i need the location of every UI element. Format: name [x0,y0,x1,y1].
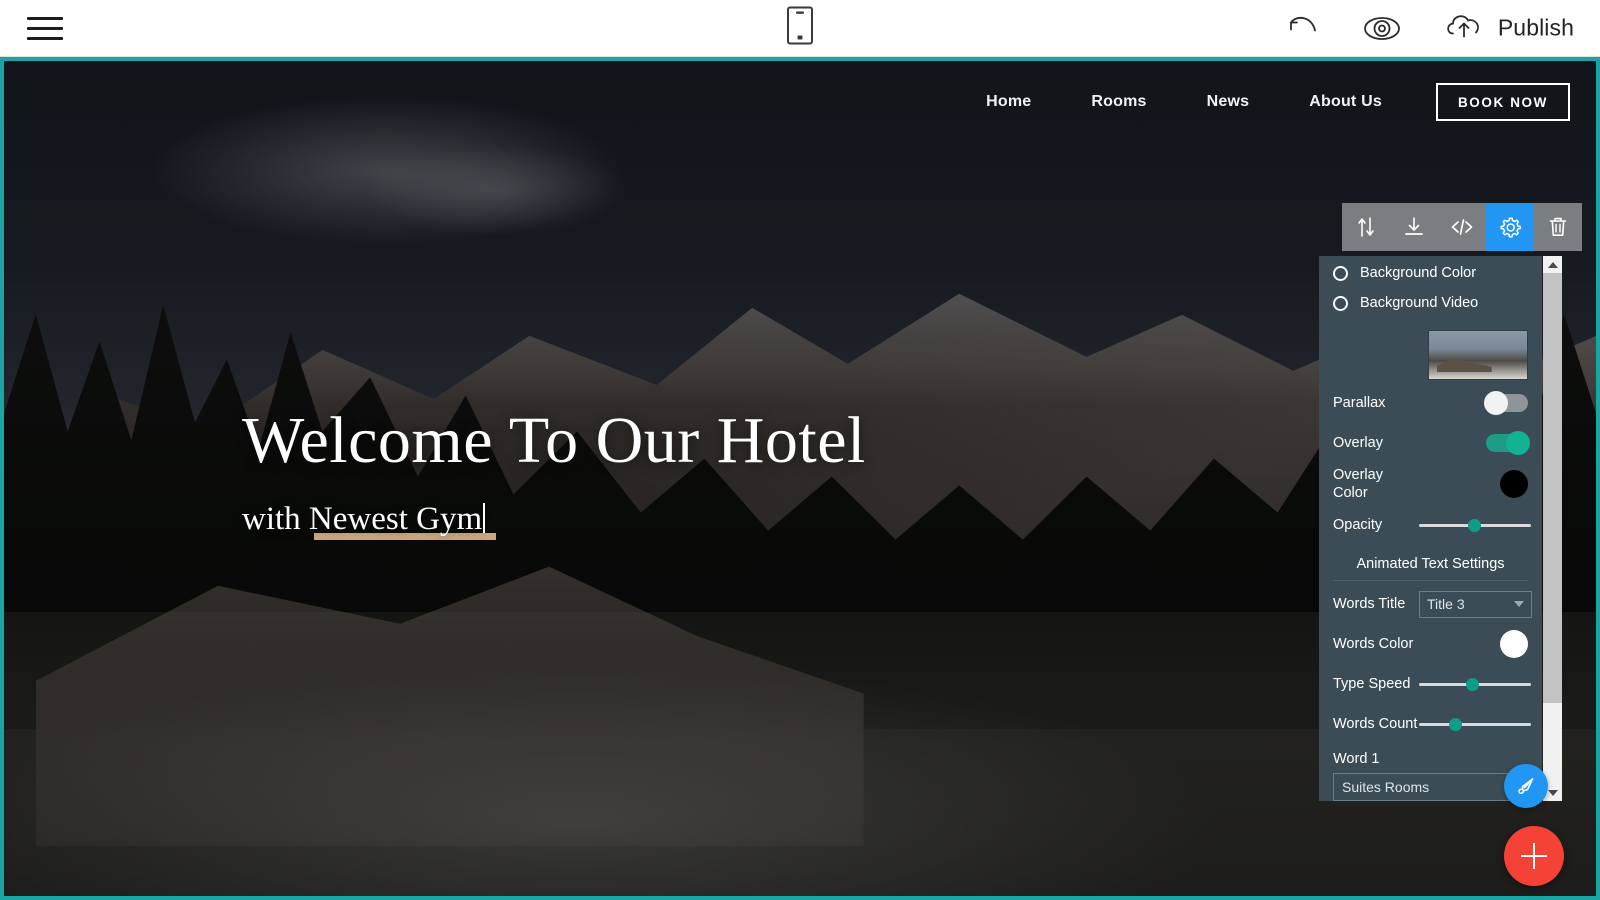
move-section-icon[interactable] [1342,203,1390,251]
element-toolbar [1342,203,1582,251]
overlay-color-label: Overlay Color [1333,467,1383,502]
overlay-color-swatch[interactable] [1500,470,1528,499]
control-parallax: Parallax [1333,386,1528,420]
plus-icon[interactable] [1504,826,1564,886]
parallax-label: Parallax [1333,394,1386,411]
book-now-button[interactable]: BOOK NOW [1435,83,1570,121]
editor-topbar: Publish [0,0,1600,57]
trash-delete-icon[interactable] [1534,203,1582,251]
nav-link-about-us[interactable]: About Us [1279,93,1412,111]
words-title-select[interactable]: Title 3 [1419,590,1532,618]
site-navigation: Home Rooms News About Us BOOK NOW [956,83,1570,121]
radio-circle-icon [1333,265,1348,281]
nav-link-rooms[interactable]: Rooms [1061,93,1176,111]
type-speed-label: Type Speed [1333,676,1411,693]
type-speed-slider[interactable] [1419,675,1531,693]
hero-subtitle: with Newest Gym [242,501,486,538]
word1-input[interactable] [1333,773,1528,801]
opacity-label: Opacity [1333,517,1383,534]
control-words-title: Words Title Title 3 [1333,587,1532,621]
site-canvas: Home Rooms News About Us BOOK NOW Welcom… [0,57,1600,900]
control-words-color: Words Color [1333,627,1528,661]
section-settings-panel[interactable]: Background Color Background Video Parall… [1319,256,1542,801]
hamburger-bar [27,26,63,30]
control-opacity: Opacity [1333,508,1531,542]
scroll-up-arrow-icon[interactable] [1543,256,1562,273]
words-title-value: Title 3 [1427,596,1465,613]
radio-background-color-label: Background Color [1360,265,1477,281]
chevron-down-icon [1514,601,1524,608]
cloud-upload-icon [1442,10,1486,47]
control-overlay-color: Overlay Color [1333,466,1528,502]
nav-link-home[interactable]: Home [956,93,1061,111]
words-count-slider-handle[interactable] [1449,718,1463,732]
hero-subtitle-prefix: with [242,501,309,538]
overlay-label: Overlay [1333,434,1383,451]
radio-background-color[interactable]: Background Color [1333,258,1528,288]
hamburger-menu-icon[interactable] [24,7,66,49]
gear-settings-icon[interactable] [1486,203,1534,251]
topbar-actions: Publish [1284,10,1574,47]
scrollbar-thumb[interactable] [1543,273,1562,703]
opacity-slider-handle[interactable] [1468,519,1482,533]
mobile-device-icon[interactable] [787,6,813,50]
control-type-speed: Type Speed [1333,667,1531,701]
paintbrush-icon[interactable] [1504,764,1548,808]
parallax-toggle[interactable] [1484,391,1528,415]
settings-panel-scrollbar[interactable] [1543,256,1562,801]
nav-link-news[interactable]: News [1177,93,1280,111]
hero-subtitle-animated-word: Newest Gym [308,501,483,538]
animated-text-settings-title: Animated Text Settings [1333,556,1528,582]
control-words-count: Words Count [1333,707,1531,741]
publish-button[interactable]: Publish [1442,10,1574,47]
radio-background-video[interactable]: Background Video [1333,288,1528,318]
overlay-toggle[interactable] [1486,431,1530,455]
control-overlay: Overlay [1333,426,1530,460]
words-color-swatch[interactable] [1500,630,1528,659]
publish-label: Publish [1497,14,1574,41]
words-count-slider[interactable] [1419,715,1531,733]
code-icon[interactable] [1438,203,1486,251]
background-image-thumbnail[interactable] [1428,330,1528,380]
hamburger-bar [27,16,63,20]
word1-label: Word 1 [1333,751,1380,768]
typing-caret [483,503,486,534]
settings-panel-content: Background Color Background Video Parall… [1319,256,1542,801]
radio-circle-icon [1333,295,1348,311]
undo-arrow-icon[interactable] [1284,13,1322,43]
download-icon[interactable] [1390,203,1438,251]
eye-preview-icon[interactable] [1360,13,1404,43]
hero-subtitle-wrap: with Newest Gym [242,501,496,541]
hamburger-bar [27,36,63,40]
opacity-slider[interactable] [1419,516,1531,534]
words-count-label: Words Count [1333,716,1418,733]
words-title-label: Words Title [1333,596,1406,613]
hero-title: Welcome To Our Hotel [242,404,866,477]
hero-text-block[interactable]: Welcome To Our Hotel with Newest Gym [242,404,866,541]
radio-background-video-label: Background Video [1360,295,1479,311]
type-speed-slider-handle[interactable] [1466,678,1480,692]
words-color-label: Words Color [1333,636,1414,653]
